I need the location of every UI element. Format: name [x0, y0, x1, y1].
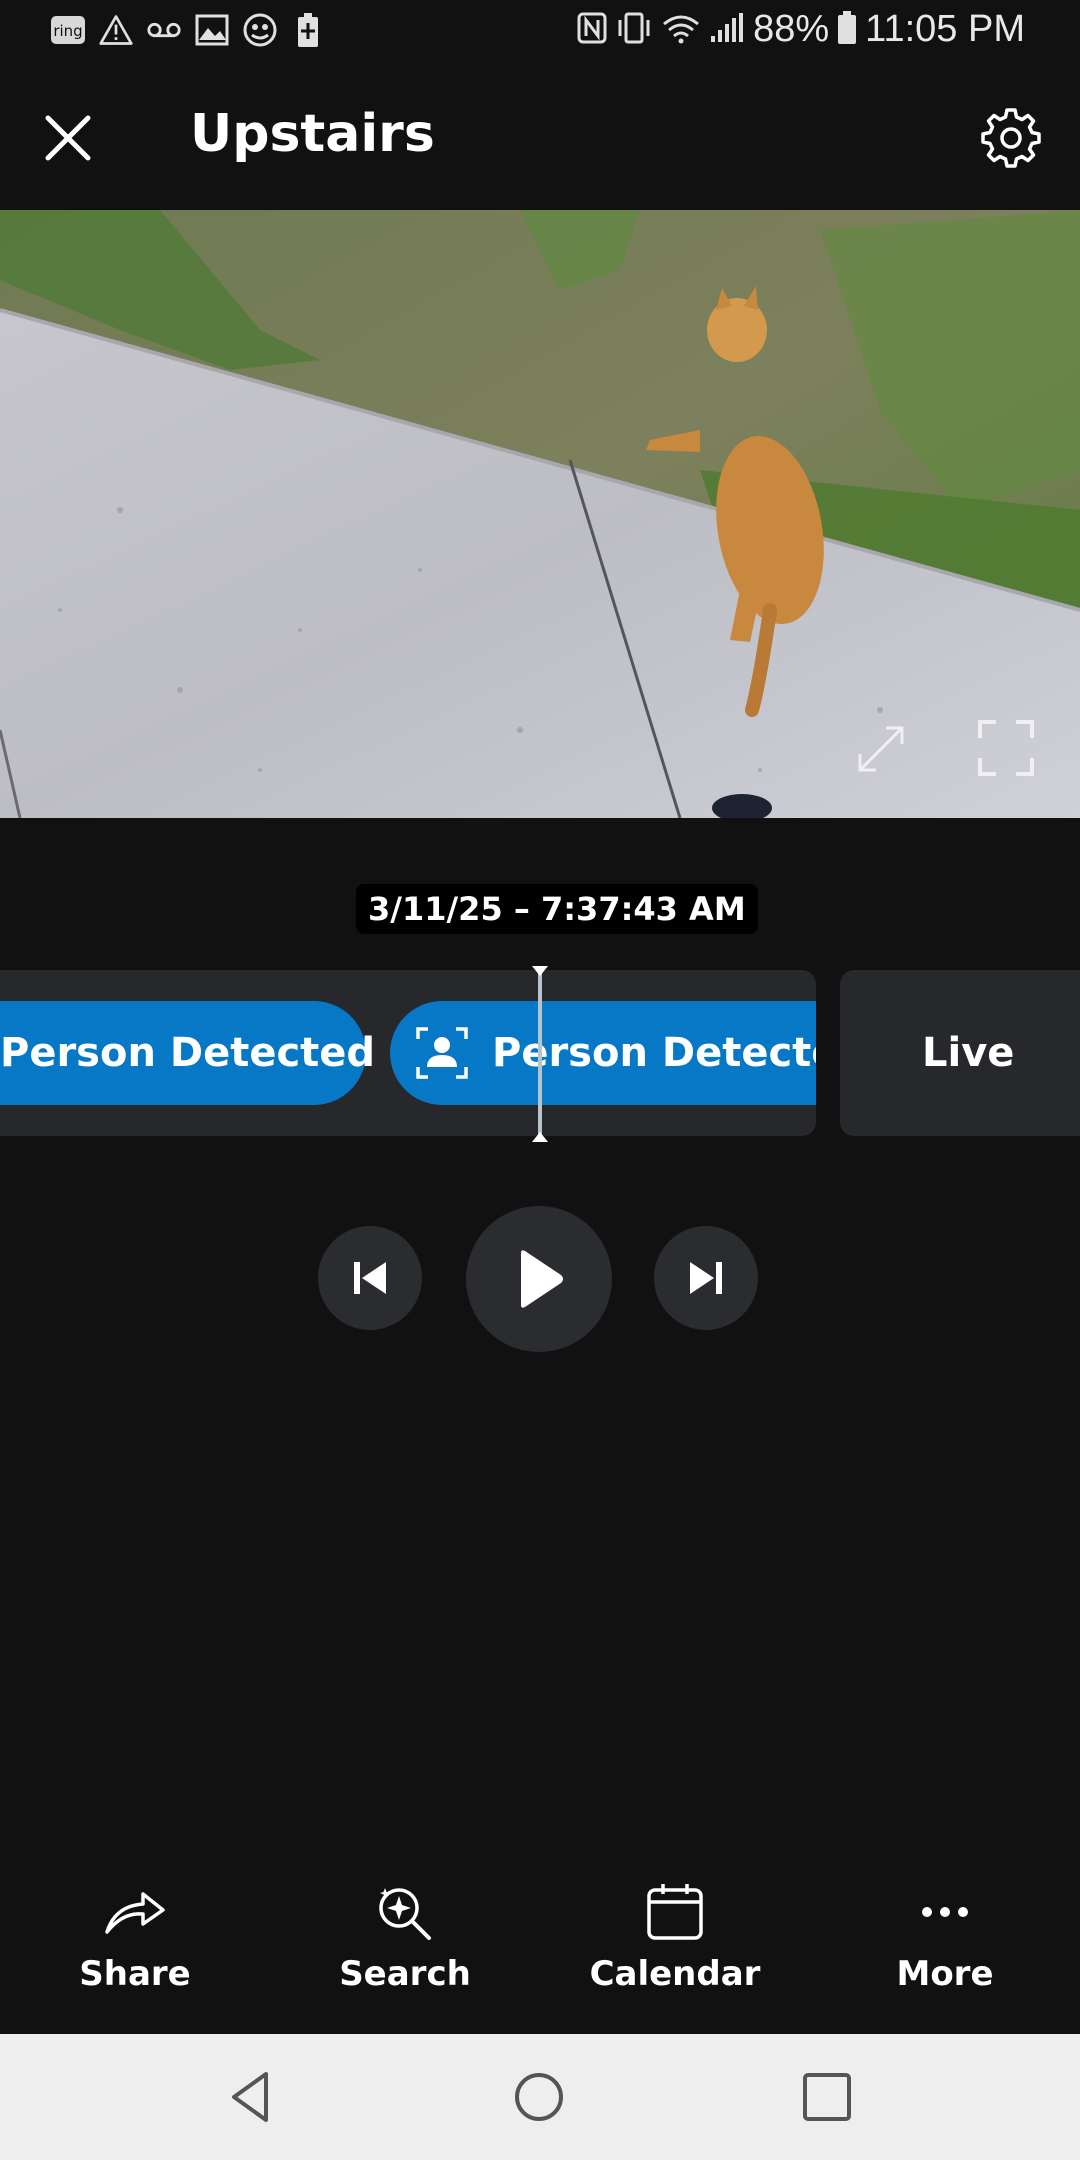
share-label: Share — [79, 1954, 191, 1994]
fullscreen-icon — [978, 720, 1034, 776]
close-icon — [45, 115, 91, 161]
status-right-icons: 88% 11:05 PM — [577, 8, 1025, 51]
event-person-detected[interactable]: Person Detected — [390, 1001, 816, 1105]
home-button[interactable] — [504, 2062, 574, 2132]
header: Upstairs — [0, 64, 1080, 210]
play-button[interactable] — [466, 1206, 612, 1352]
expand-icon — [858, 726, 904, 772]
more-button[interactable]: More — [810, 1860, 1080, 2034]
recents-button[interactable] — [792, 2062, 862, 2132]
nfc-icon — [577, 12, 607, 48]
timeline-playhead[interactable] — [532, 966, 548, 1142]
screen: ring 88% 11:05 PM Upstairs 3/11/25 – 7:3… — [0, 0, 1080, 2160]
vpn-icon — [242, 10, 278, 50]
event-person-detected[interactable]: Person Detected — [0, 1001, 375, 1105]
settings-button[interactable] — [980, 106, 1042, 168]
warning-icon — [98, 10, 134, 50]
signal-icon — [709, 12, 745, 48]
smart-search-icon — [379, 1888, 431, 1940]
live-label: Live — [922, 1030, 1015, 1076]
vibrate-icon — [615, 12, 653, 48]
more-icon — [922, 1907, 968, 1917]
wifi-icon — [661, 12, 701, 48]
close-button[interactable] — [38, 108, 98, 168]
calendar-label: Calendar — [589, 1954, 761, 1994]
battery-icon — [837, 10, 857, 49]
next-icon — [690, 1262, 722, 1294]
calendar-icon — [647, 1884, 703, 1940]
system-nav-bar — [0, 2034, 1080, 2160]
camera-snapshot — [0, 210, 1080, 818]
home-icon — [515, 2073, 563, 2121]
recents-icon — [803, 2073, 851, 2121]
fullscreen-button[interactable] — [976, 718, 1034, 776]
status-left-icons: ring — [50, 10, 326, 50]
previous-button[interactable] — [318, 1226, 422, 1330]
back-icon — [232, 2072, 268, 2122]
image-icon — [194, 10, 230, 50]
action-bar: Share Search Calendar More — [0, 1860, 1080, 2034]
search-button[interactable]: Search — [270, 1860, 540, 2034]
person-detected-icon — [416, 1027, 468, 1079]
ring-icon: ring — [50, 10, 86, 50]
gear-icon — [981, 108, 1041, 168]
share-button[interactable]: Share — [0, 1860, 270, 2034]
battery-percent: 88% — [753, 8, 830, 50]
status-bar: ring 88% 11:05 PM — [0, 0, 1080, 64]
calendar-button[interactable]: Calendar — [540, 1860, 810, 2034]
battery-charging-icon — [290, 10, 326, 50]
voicemail-icon — [146, 10, 182, 50]
more-label: More — [896, 1954, 994, 1994]
event-label: Person Detected — [0, 1030, 376, 1076]
previous-icon — [354, 1262, 386, 1294]
search-label: Search — [339, 1954, 471, 1994]
play-icon — [521, 1250, 563, 1308]
video-player[interactable] — [0, 210, 1080, 818]
next-button[interactable] — [654, 1226, 758, 1330]
back-button[interactable] — [216, 2062, 286, 2132]
timeline[interactable]: Person Detected Person Detected — [0, 970, 816, 1136]
expand-button[interactable] — [852, 720, 910, 778]
clock: 11:05 PM — [865, 8, 1025, 50]
live-button[interactable]: Live — [840, 970, 1080, 1136]
share-icon — [105, 1892, 165, 1934]
svg-text:ring: ring — [53, 22, 82, 40]
timestamp: 3/11/25 – 7:37:43 AM — [356, 884, 758, 934]
page-title: Upstairs — [190, 104, 435, 164]
